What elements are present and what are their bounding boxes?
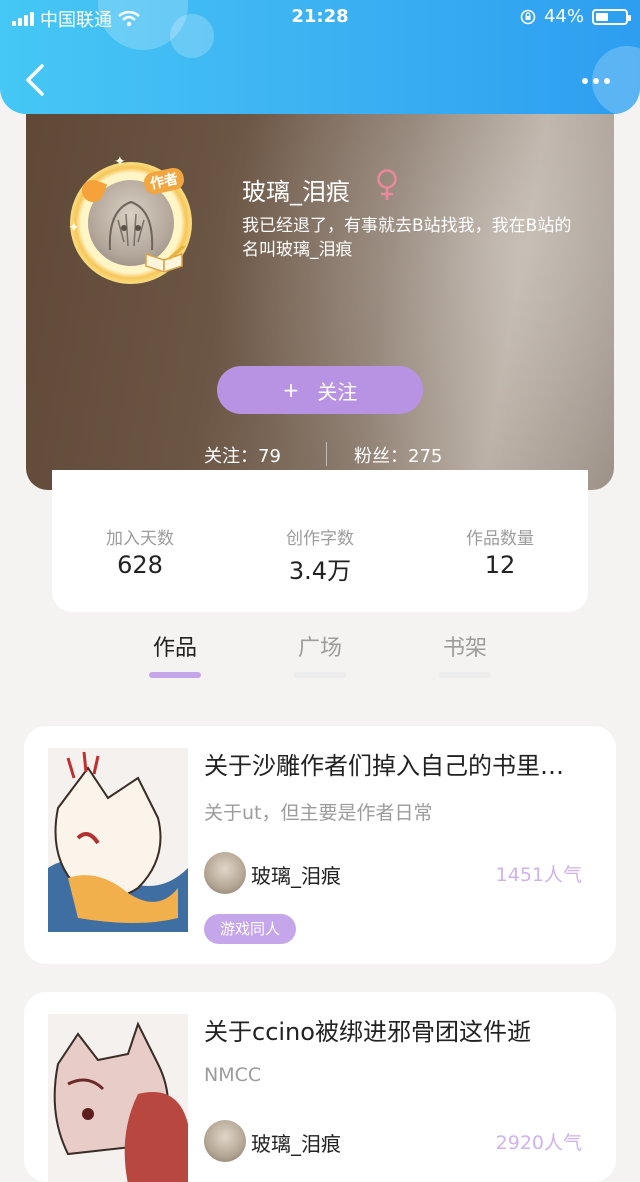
profile-card: 作者 ✦ ✦ 玻璃_泪痕 我已经退了，有事就去B站找我，我在B站的名叫玻璃_泪痕… xyxy=(26,80,614,490)
following-count[interactable]: 关注：79 xyxy=(204,442,281,468)
plus-icon: + xyxy=(282,378,300,402)
tab-indicator xyxy=(149,672,201,678)
work-author[interactable]: 玻璃_泪痕 xyxy=(251,1128,341,1157)
work-tag[interactable]: 游戏同人 xyxy=(204,914,297,944)
stat-label: 创作字数 xyxy=(286,529,354,549)
work-subtitle: NMCC xyxy=(204,1064,262,1086)
stat-value: 628 xyxy=(117,551,163,579)
more-options-icon[interactable] xyxy=(582,78,610,84)
work-cover[interactable] xyxy=(48,1014,188,1182)
tab-works[interactable]: 作品 xyxy=(135,630,215,678)
sparkle-icon: ✦ xyxy=(68,220,80,236)
profile-name: 玻璃_泪痕 xyxy=(242,178,350,206)
battery-percent: 44% xyxy=(543,6,584,27)
tab-label: 广场 xyxy=(297,636,342,661)
follow-button-label: 关注 xyxy=(317,379,358,404)
work-cover[interactable] xyxy=(48,748,188,932)
tab-bar: 作品 广场 书架 xyxy=(0,630,640,690)
sparkle-icon: ✦ xyxy=(114,154,126,170)
back-arrow-icon[interactable] xyxy=(22,62,50,98)
divider xyxy=(326,442,327,466)
female-gender-icon xyxy=(377,169,397,200)
tab-bookshelf[interactable]: 书架 xyxy=(425,630,505,678)
status-bar: 中国联通 21:28 44% xyxy=(0,0,640,34)
work-popularity: 2920人气 xyxy=(495,1132,582,1154)
tab-label: 书架 xyxy=(442,636,487,661)
work-author[interactable]: 玻璃_泪痕 xyxy=(251,860,341,889)
tab-indicator xyxy=(439,672,491,678)
stat-label: 作品数量 xyxy=(466,529,534,549)
follow-button[interactable]: + 关注 xyxy=(217,366,423,414)
author-avatar[interactable] xyxy=(204,1120,246,1162)
stat-join-days: 加入天数 628 xyxy=(50,524,230,579)
rotation-lock-icon xyxy=(520,9,536,24)
top-header: 中国联通 21:28 44% xyxy=(0,0,640,114)
stat-value: 12 xyxy=(484,551,516,579)
work-popularity: 1451人气 xyxy=(495,864,582,886)
work-title[interactable]: 关于沙雕作者们掉入自己的书里… xyxy=(204,746,604,781)
tab-indicator xyxy=(294,672,346,678)
tab-plaza[interactable]: 广场 xyxy=(280,630,360,678)
work-card[interactable]: 关于沙雕作者们掉入自己的书里… 关于ut，但主要是作者日常 玻璃_泪痕 1451… xyxy=(24,726,616,964)
tab-label: 作品 xyxy=(152,636,197,661)
work-card[interactable]: 关于ccino被绑进邪骨团这件逝 NMCC 玻璃_泪痕 2920人气 xyxy=(24,992,616,1182)
stat-label: 加入天数 xyxy=(106,529,174,549)
book-pen-icon xyxy=(145,246,186,272)
stats-card: 加入天数 628 创作字数 3.4万 作品数量 12 xyxy=(52,470,588,612)
work-subtitle: 关于ut，但主要是作者日常 xyxy=(204,802,433,824)
battery-icon xyxy=(592,8,631,25)
work-title[interactable]: 关于ccino被绑进邪骨团这件逝 xyxy=(204,1012,604,1047)
stat-works-count: 作品数量 12 xyxy=(410,524,590,579)
stat-word-count: 创作字数 3.4万 xyxy=(230,524,410,586)
author-avatar[interactable] xyxy=(204,852,246,894)
fans-count[interactable]: 粉丝：275 xyxy=(354,442,442,468)
stat-value: 3.4万 xyxy=(288,557,352,585)
profile-bio: 我已经退了，有事就去B站找我，我在B站的名叫玻璃_泪痕 xyxy=(242,216,572,260)
